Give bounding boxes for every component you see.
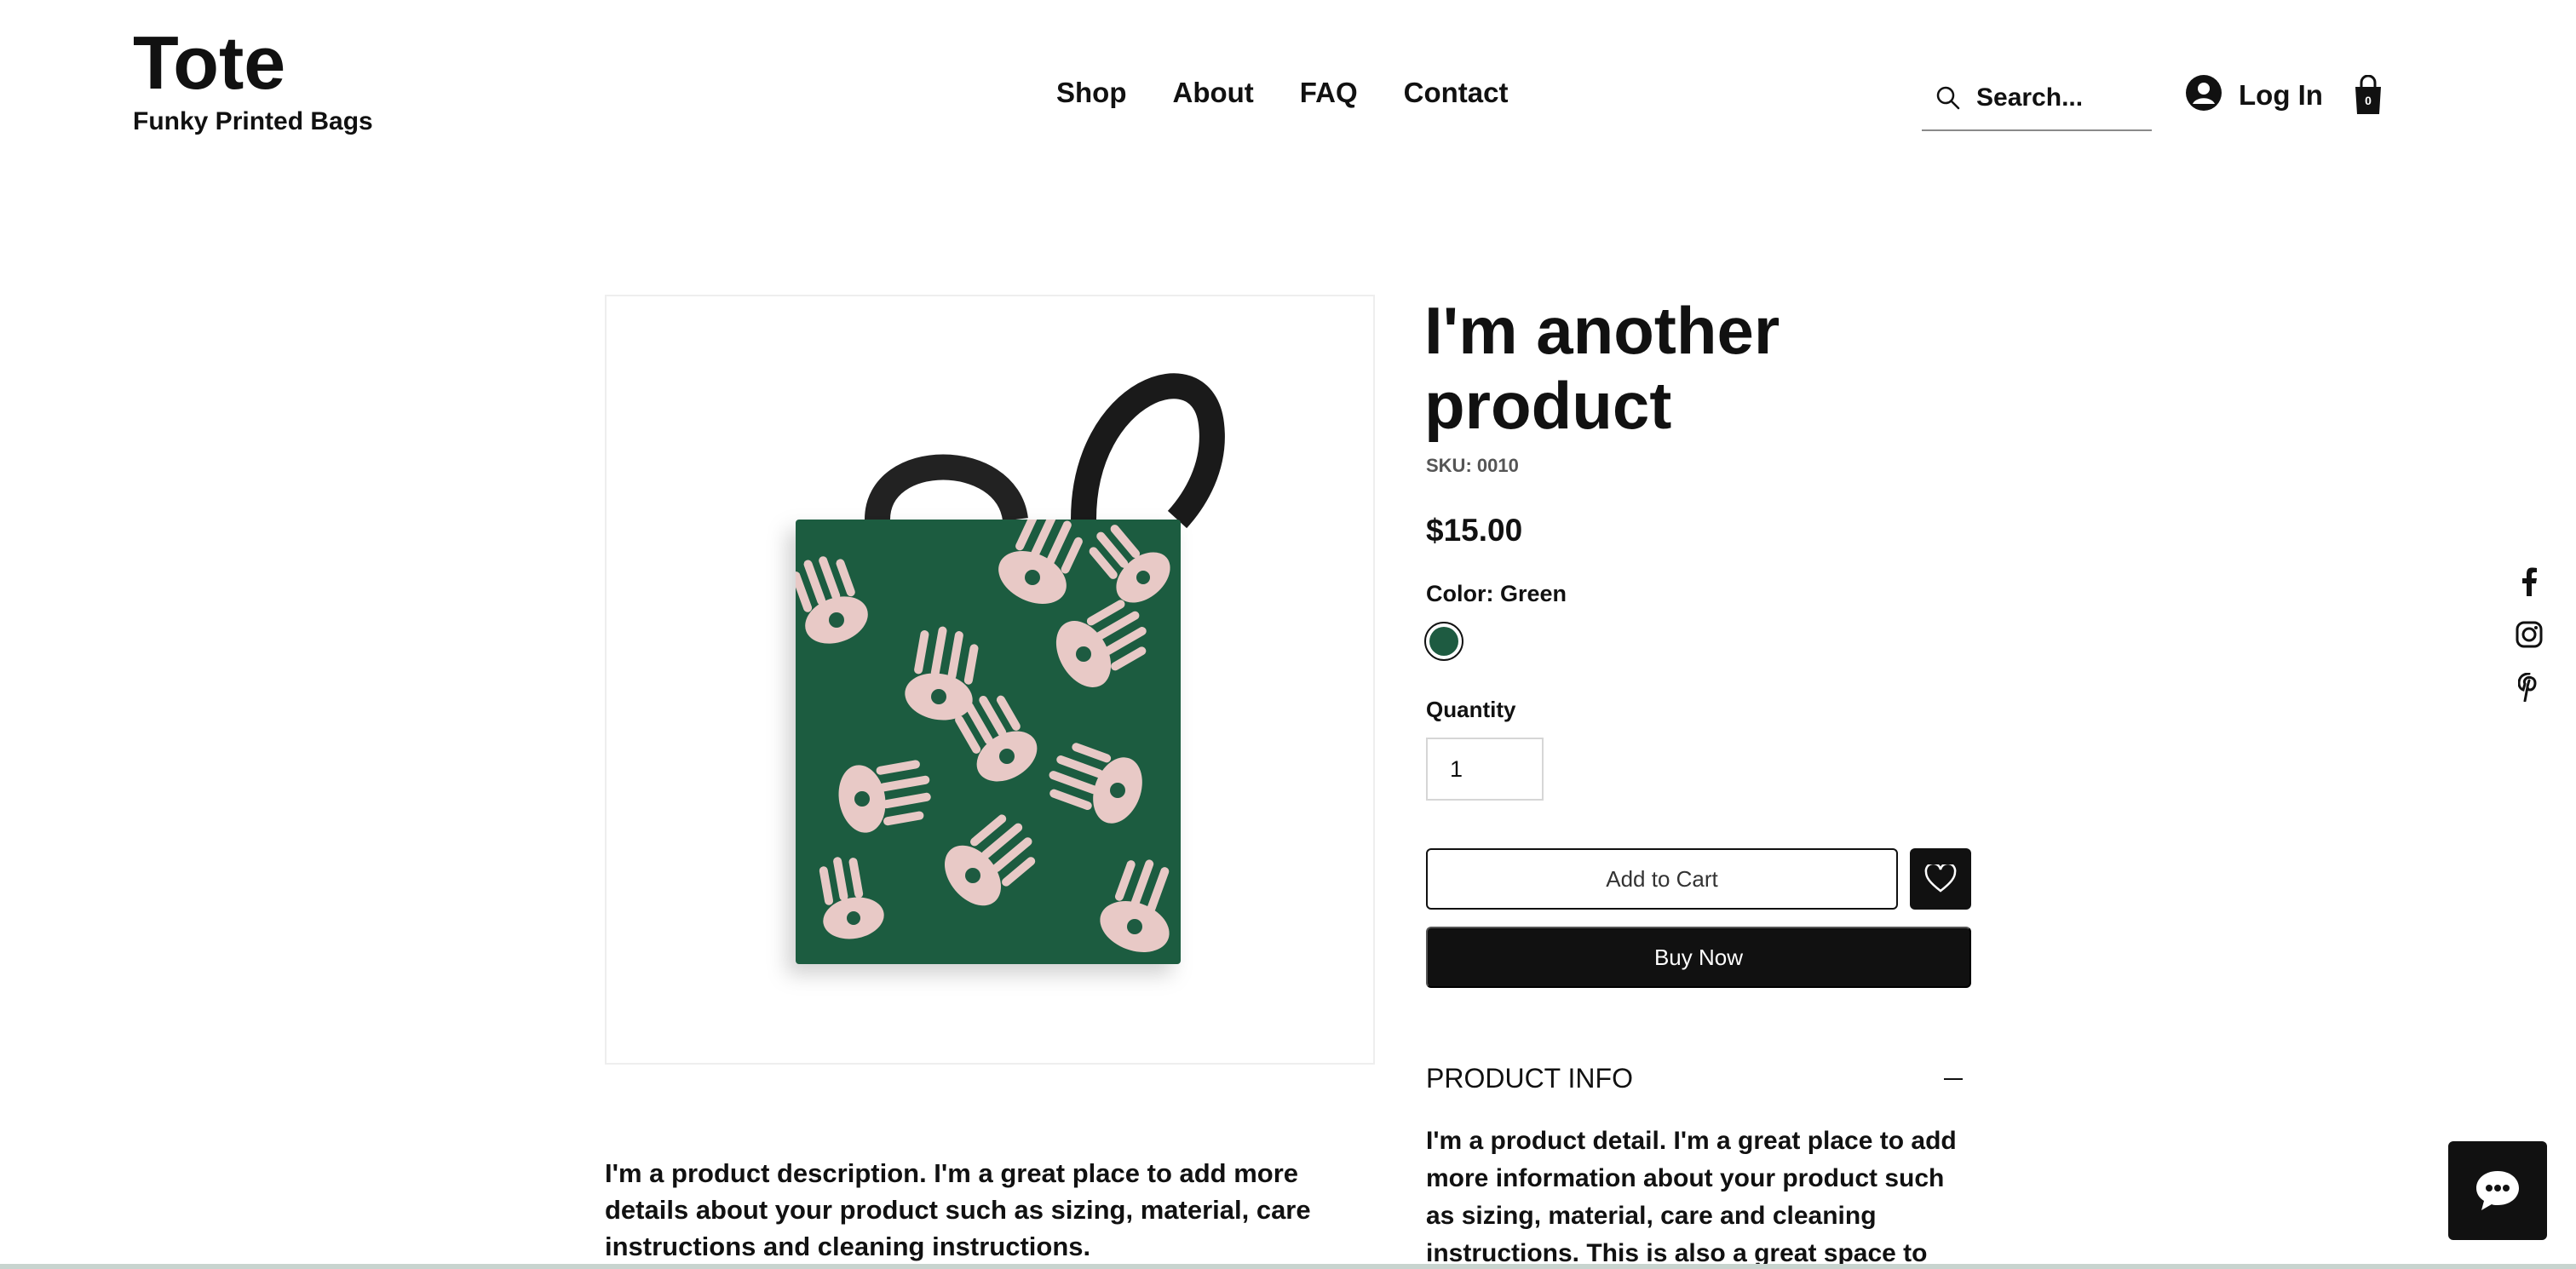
login-button[interactable]: Log In: [2186, 75, 2323, 115]
nav-item-contact[interactable]: Contact: [1404, 77, 1509, 109]
product-price: $15.00: [1426, 513, 1523, 548]
product-info-title: PRODUCT INFO: [1426, 1063, 1633, 1094]
wishlist-button[interactable]: [1910, 848, 1971, 910]
nav-item-about[interactable]: About: [1172, 77, 1253, 109]
quantity-label: Quantity: [1426, 697, 1516, 722]
search-input[interactable]: [1976, 83, 2147, 112]
product-sku: SKU: 0010: [1426, 455, 1519, 476]
instagram-icon[interactable]: [2515, 620, 2544, 649]
heart-icon: [1924, 864, 1957, 893]
nav-item-shop[interactable]: Shop: [1056, 77, 1126, 109]
collapse-minus-icon: [1944, 1077, 1963, 1080]
buy-now-button[interactable]: Buy Now: [1426, 927, 1971, 988]
social-bar: [2515, 567, 2544, 702]
product-image[interactable]: [605, 295, 1375, 1065]
user-avatar-icon: [2186, 75, 2222, 115]
tote-bag-illustration: [796, 373, 1225, 964]
cart-count-badge: 0: [2365, 94, 2372, 107]
product-title: I'm another product: [1424, 293, 1780, 443]
color-swatch-fill: [1429, 627, 1458, 656]
facebook-icon[interactable]: [2515, 567, 2544, 596]
search-bar: [1922, 66, 2152, 131]
product-info-toggle[interactable]: PRODUCT INFO: [1426, 1063, 1971, 1094]
color-label: Color: Green: [1426, 581, 1567, 606]
cart-button[interactable]: 0: [2353, 74, 2383, 116]
bottom-edge-strip: [0, 1264, 2576, 1269]
color-swatch-green[interactable]: [1424, 622, 1463, 661]
chat-button[interactable]: [2448, 1141, 2547, 1240]
quantity-input[interactable]: [1426, 738, 1544, 801]
product-description: I'm a product description. I'm a great p…: [605, 1158, 1311, 1261]
add-to-cart-button[interactable]: Add to Cart: [1426, 848, 1898, 910]
login-label: Log In: [2239, 78, 2323, 111]
site-logo-title[interactable]: Tote: [133, 26, 285, 100]
site-tagline: Funky Printed Bags: [133, 107, 373, 135]
main-nav: Shop About FAQ Contact: [1056, 77, 1508, 109]
product-info-text: I'm a product detail. I'm a great place …: [1426, 1127, 1957, 1267]
nav-item-faq[interactable]: FAQ: [1300, 77, 1358, 109]
search-icon[interactable]: [1935, 85, 1969, 111]
chat-bubble-icon: [2476, 1171, 2519, 1210]
pinterest-icon[interactable]: [2515, 673, 2544, 702]
